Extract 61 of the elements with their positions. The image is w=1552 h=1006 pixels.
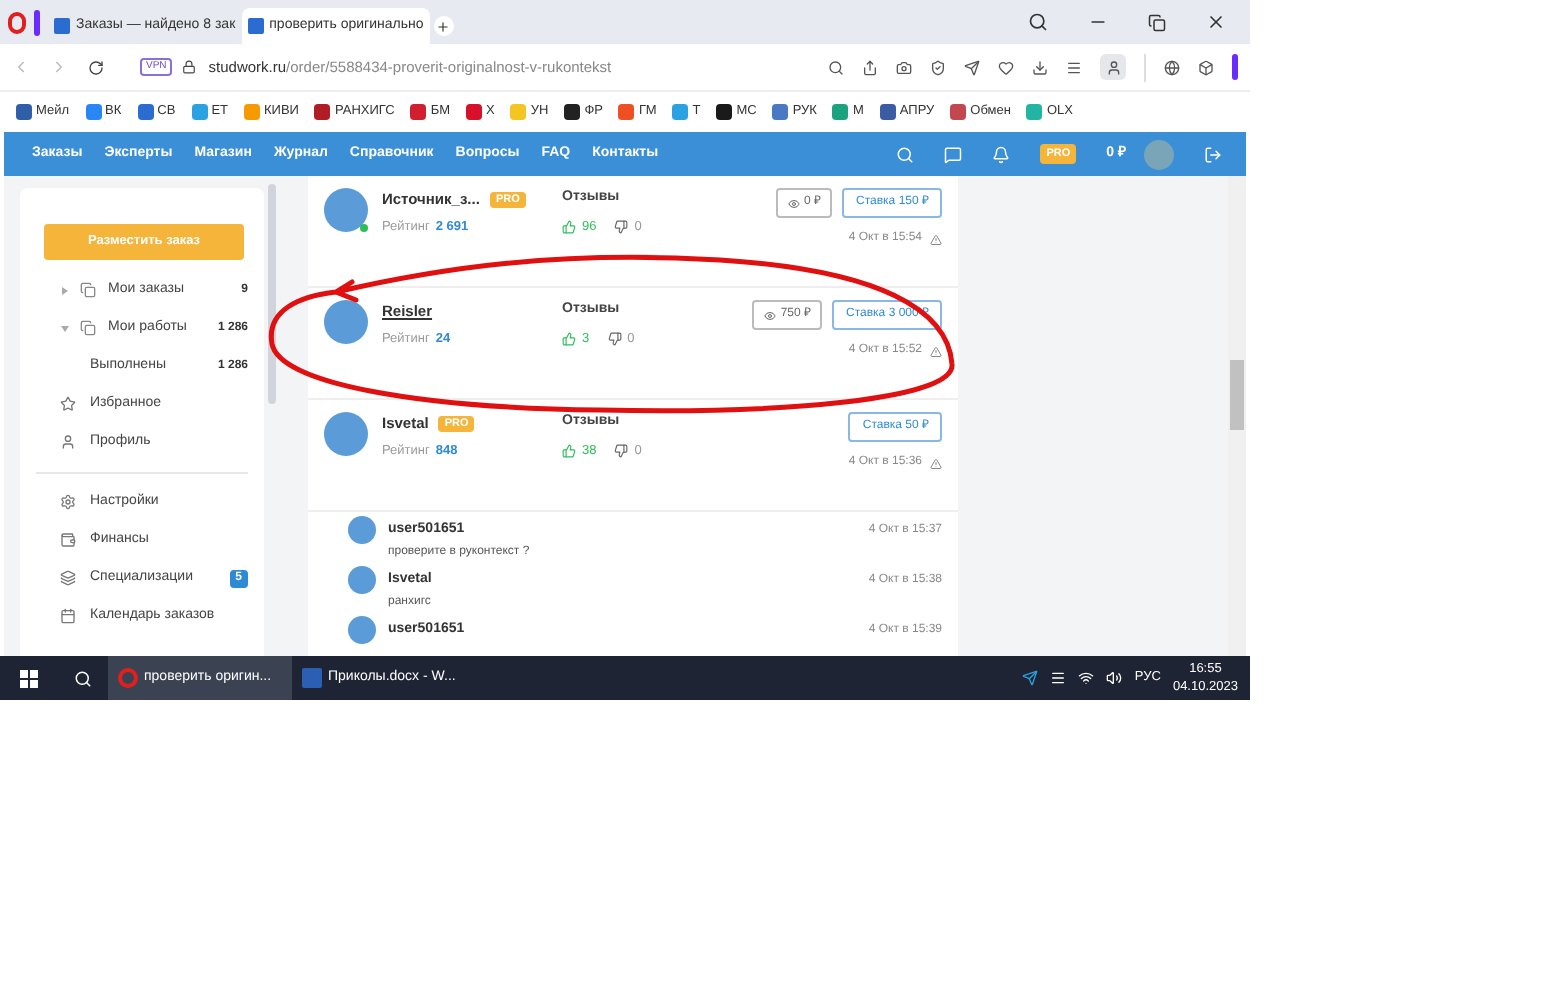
restore-icon[interactable] <box>1148 13 1166 31</box>
wallet-icon <box>60 532 76 549</box>
sidebar-marker-icon <box>1232 54 1238 80</box>
cube-icon[interactable] <box>1198 59 1214 75</box>
thumbs-up-icon <box>562 219 576 234</box>
close-icon[interactable] <box>1206 12 1226 32</box>
profile-button[interactable] <box>1100 54 1126 80</box>
thumbs-up-icon <box>562 443 576 458</box>
warning-icon <box>930 457 942 469</box>
telegram-icon[interactable] <box>1022 670 1039 686</box>
zoom-icon[interactable] <box>828 59 844 75</box>
logout-icon[interactable] <box>1204 145 1222 163</box>
reload-icon[interactable] <box>88 59 104 75</box>
network-icon[interactable] <box>1078 670 1095 686</box>
heart-icon[interactable] <box>998 59 1014 75</box>
thumbs-down-icon <box>614 219 629 234</box>
eye-icon <box>764 309 777 321</box>
site-favicon-icon <box>247 18 264 34</box>
volume-icon[interactable] <box>1106 670 1123 686</box>
globe-icon[interactable] <box>1164 59 1180 75</box>
windows-start-icon[interactable] <box>20 669 38 687</box>
warning-icon <box>930 233 942 245</box>
avatar <box>324 300 368 344</box>
scrollbar-thumb[interactable] <box>268 184 276 404</box>
shield-icon[interactable] <box>930 59 946 75</box>
thumbs-up-icon <box>562 331 576 346</box>
warning-icon <box>930 345 942 357</box>
user-icon <box>60 434 76 451</box>
download-icon[interactable] <box>1032 59 1048 75</box>
share-icon[interactable] <box>862 59 878 75</box>
thumbs-down-icon <box>614 443 629 458</box>
search-icon[interactable] <box>1028 12 1048 32</box>
scrollbar-thumb[interactable] <box>1230 360 1244 430</box>
document-app-icon <box>302 668 322 688</box>
document-icon <box>80 282 96 299</box>
browser-logo-icon[interactable] <box>8 12 26 34</box>
camera-icon[interactable] <box>896 59 912 75</box>
browser-logo-icon <box>118 668 138 688</box>
new-tab-button[interactable] <box>433 16 454 36</box>
star-icon <box>60 396 76 413</box>
thumbs-down-icon <box>607 331 622 346</box>
bell-icon[interactable] <box>992 145 1011 163</box>
site-favicon-icon <box>54 18 70 34</box>
avatar <box>348 616 376 644</box>
plus-icon <box>436 19 451 33</box>
tray-icon[interactable] <box>1050 670 1067 686</box>
menu-icon[interactable] <box>1066 59 1082 75</box>
eye-icon <box>788 197 800 209</box>
avatar <box>324 412 368 456</box>
chat-icon[interactable] <box>944 145 963 163</box>
calendar-icon <box>60 608 76 625</box>
layers-icon <box>60 570 76 587</box>
avatar <box>324 188 368 232</box>
send-icon[interactable] <box>964 59 980 75</box>
avatar <box>348 566 376 594</box>
lock-icon <box>182 60 197 74</box>
document-icon <box>80 320 96 337</box>
sidebar-marker-icon <box>34 10 40 36</box>
gear-icon <box>60 494 76 511</box>
avatar <box>348 516 376 544</box>
user-icon <box>1105 59 1121 75</box>
